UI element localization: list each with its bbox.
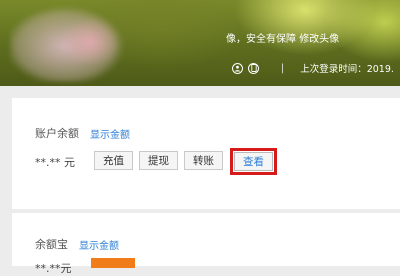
security-tagline: 像，安全有保障 修改头像: [226, 30, 339, 45]
withdraw-button[interactable]: 提现: [139, 151, 178, 170]
phone-icon[interactable]: [248, 62, 259, 74]
yuebao-title: 余额宝: [35, 238, 68, 251]
account-info-row: | 上次登录时间：2019.: [232, 60, 394, 76]
balance-title: 账户余额: [35, 127, 79, 140]
show-yuebao-link[interactable]: 显示金额: [79, 237, 119, 252]
recharge-button[interactable]: 充值: [94, 151, 133, 170]
last-login-time: 上次登录时间：2019.: [300, 64, 394, 75]
balance-amount: **.** 元: [35, 156, 75, 169]
change-avatar-link[interactable]: 修改头像: [299, 34, 339, 45]
avatar[interactable]: [10, 4, 128, 82]
yuebao-panel: 余额宝 显示金额 **.**元: [12, 213, 400, 275]
user-icon[interactable]: [232, 62, 243, 74]
account-balance-panel: 账户余额 显示金额 **.** 元 充值 提现 转账 查看: [12, 98, 400, 209]
view-button[interactable]: 查看: [234, 152, 273, 171]
yuebao-amount: **.**元: [35, 262, 72, 275]
yuebao-action-button[interactable]: [91, 258, 135, 268]
separator: |: [281, 62, 285, 74]
tagline-text: 像，安全有保障: [226, 34, 296, 45]
show-balance-link[interactable]: 显示金额: [90, 126, 130, 141]
transfer-button[interactable]: 转账: [184, 151, 223, 170]
profile-header: 像，安全有保障 修改头像 | 上次登录时间：2019.: [0, 0, 400, 86]
